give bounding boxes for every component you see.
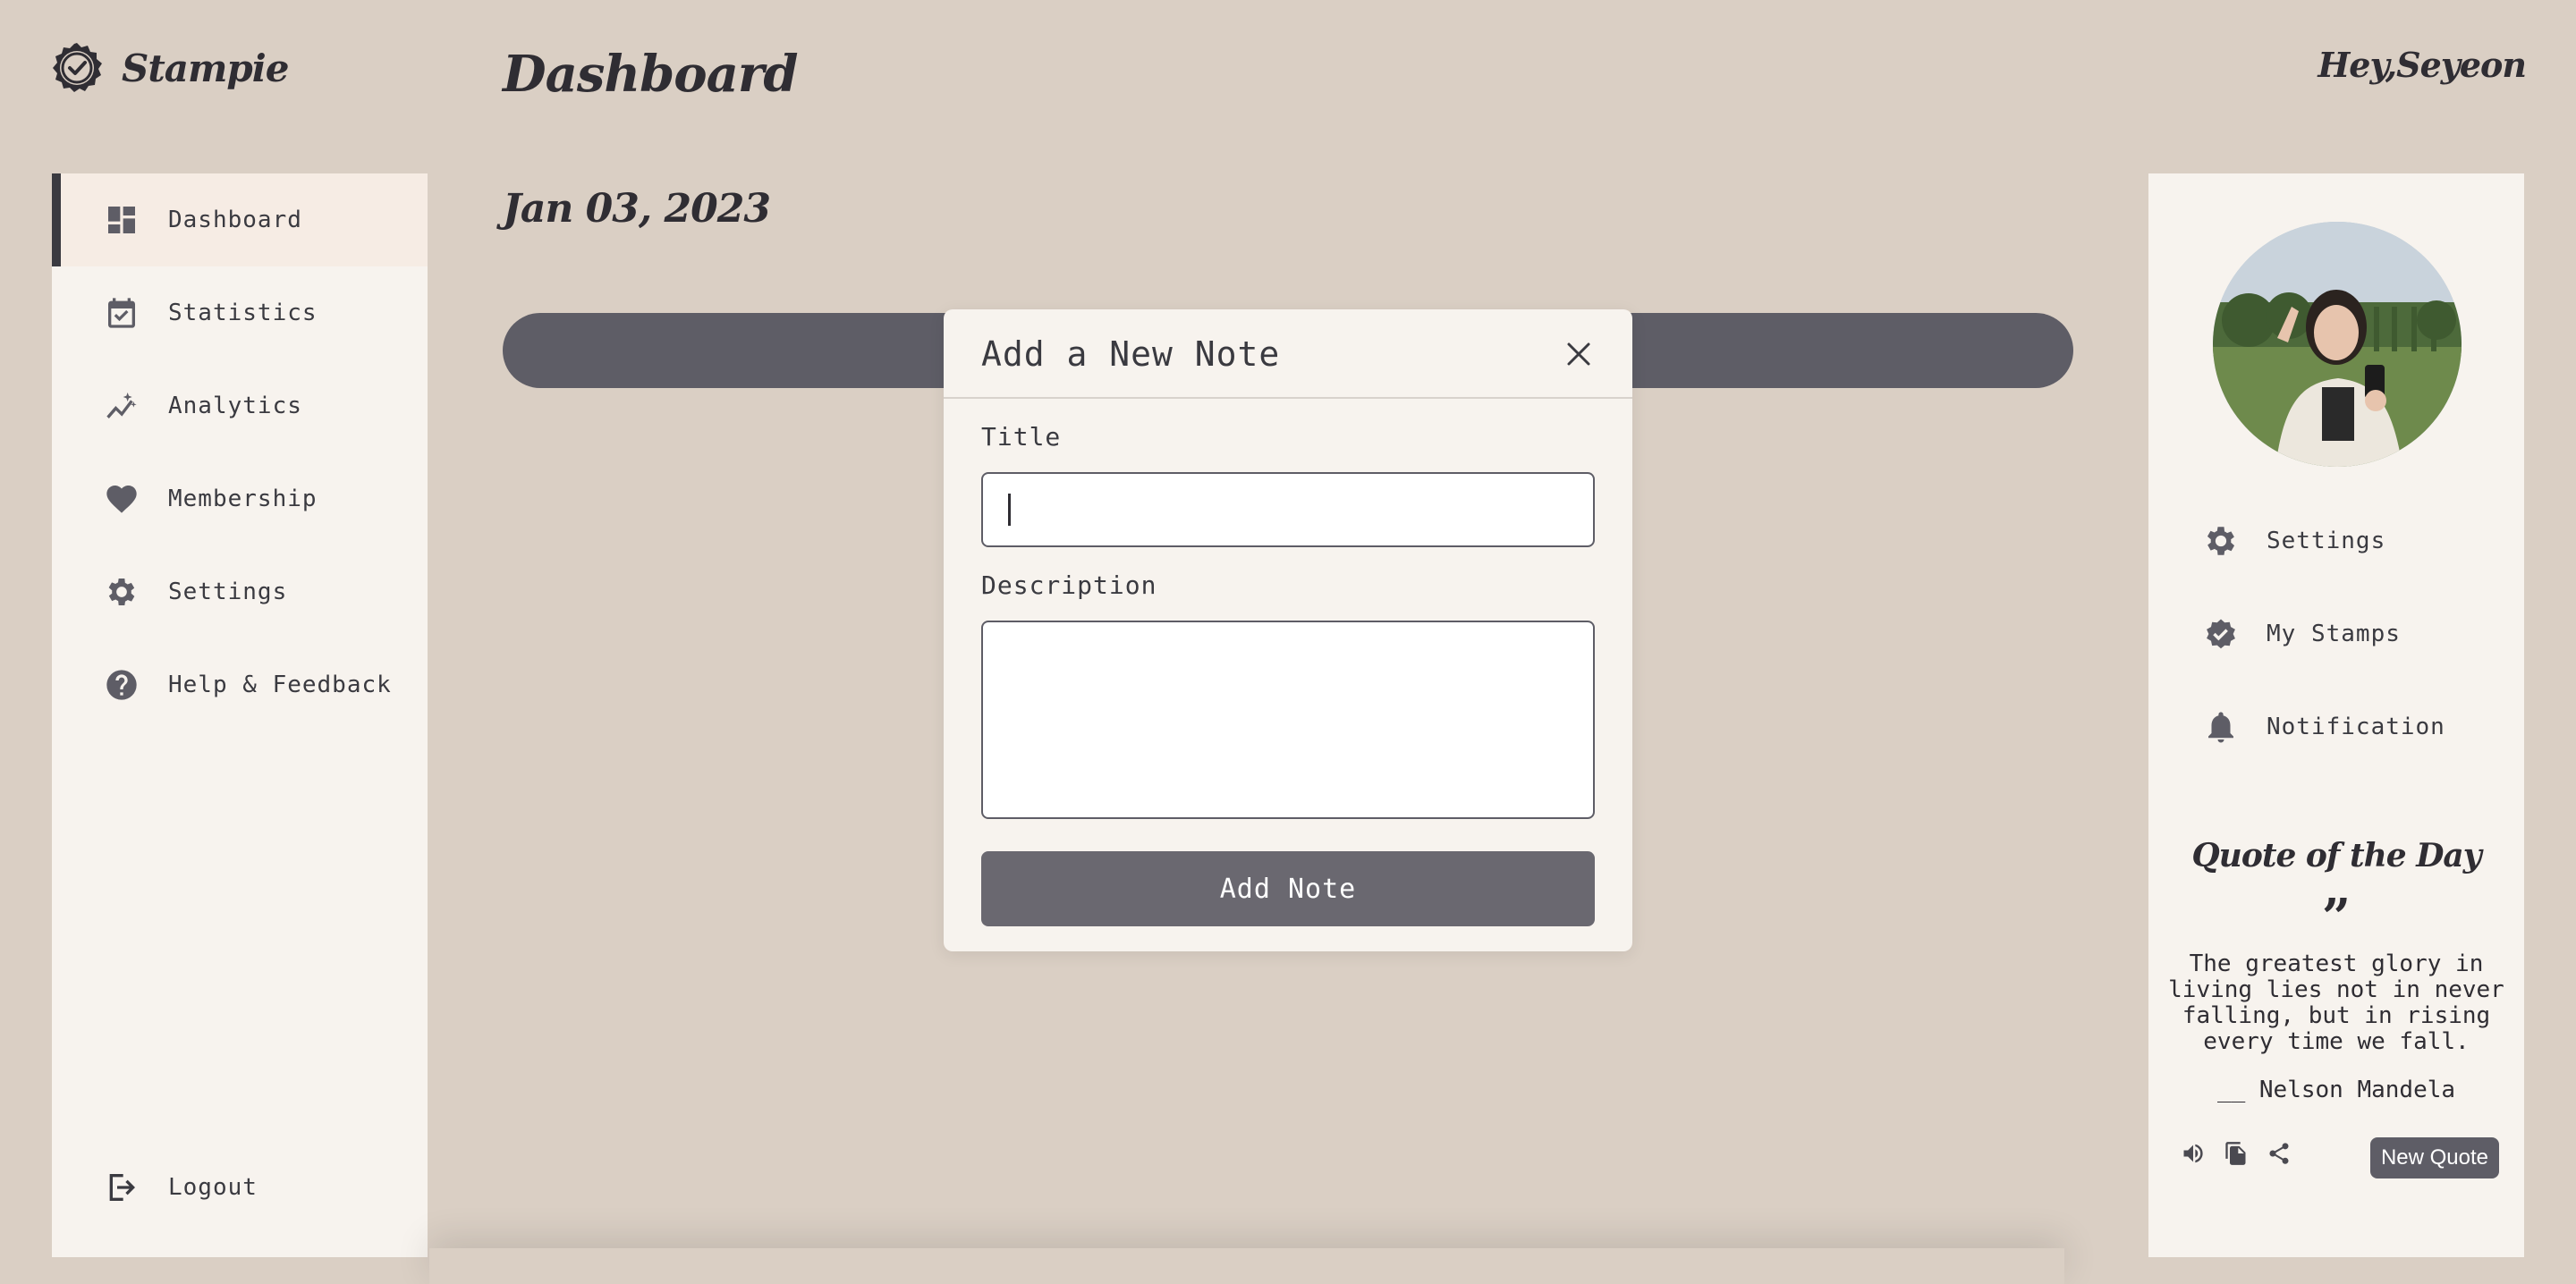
new-quote-button[interactable]: New Quote bbox=[2369, 1137, 2499, 1178]
profile-panel: Settings My Stamps Notification Quote of… bbox=[2148, 173, 2524, 1257]
sidebar-item-statistics[interactable]: Statistics bbox=[52, 266, 428, 359]
text-caret bbox=[1008, 494, 1011, 526]
description-input[interactable] bbox=[981, 621, 1595, 819]
sidebar-item-settings[interactable]: Settings bbox=[52, 545, 428, 638]
quote-heading: Quote of the Day bbox=[2191, 837, 2481, 874]
app-logo[interactable]: Stampie bbox=[50, 41, 289, 95]
logout-button[interactable]: Logout bbox=[104, 1170, 258, 1205]
profile-nav-label: Settings bbox=[2267, 528, 2386, 554]
trending-icon bbox=[106, 393, 137, 418]
sidebar-item-help[interactable]: Help & Feedback bbox=[52, 638, 428, 731]
speaker-icon[interactable] bbox=[2181, 1141, 2206, 1166]
quote-actions bbox=[2181, 1141, 2292, 1166]
sidebar-item-analytics[interactable]: Analytics bbox=[52, 359, 428, 452]
profile-settings-link[interactable]: Settings bbox=[2202, 522, 2385, 560]
notification-link[interactable]: Notification bbox=[2202, 708, 2445, 746]
my-stamps-link[interactable]: My Stamps bbox=[2202, 615, 2401, 653]
modal-header: Add a New Note bbox=[944, 309, 1632, 399]
gear-icon bbox=[2207, 527, 2235, 555]
title-label: Title bbox=[981, 422, 1062, 452]
grid-icon bbox=[108, 207, 135, 233]
sidebar-item-label: Help & Feedback bbox=[168, 672, 392, 698]
quote-text: The greatest glory in living lies not in… bbox=[2168, 950, 2504, 1055]
modal-title: Add a New Note bbox=[981, 334, 1281, 374]
description-label: Description bbox=[981, 570, 1157, 600]
add-note-button[interactable]: Add Note bbox=[981, 851, 1595, 926]
title-input[interactable] bbox=[981, 472, 1595, 547]
help-icon bbox=[106, 670, 137, 700]
sidebar-item-label: Dashboard bbox=[168, 207, 302, 233]
sidebar-item-label: Statistics bbox=[168, 300, 318, 326]
sidebar-item-label: Analytics bbox=[168, 393, 302, 419]
copy-icon[interactable] bbox=[2224, 1141, 2249, 1166]
sidebar: Dashboard Statistics Analytics Membershi… bbox=[52, 173, 428, 1257]
avatar-photo bbox=[2213, 222, 2462, 467]
current-date: Jan 03, 2023 bbox=[503, 186, 771, 232]
bottom-shadow bbox=[429, 1248, 2064, 1284]
profile-nav-label: Notification bbox=[2267, 714, 2445, 740]
quote-mark-icon: ” bbox=[2321, 888, 2351, 947]
verified-icon bbox=[2207, 619, 2235, 649]
heart-icon bbox=[106, 486, 137, 513]
quote-author: __ Nelson Mandela bbox=[2216, 1077, 2456, 1103]
gear-icon bbox=[108, 579, 135, 605]
close-icon[interactable] bbox=[1564, 340, 1593, 368]
calendar-check-icon bbox=[108, 298, 135, 328]
user-greeting: Hey,Seyeon bbox=[2318, 45, 2527, 85]
check-badge-icon bbox=[53, 43, 102, 92]
sidebar-item-membership[interactable]: Membership bbox=[52, 452, 428, 545]
sidebar-item-label: Settings bbox=[168, 579, 288, 605]
profile-nav-label: My Stamps bbox=[2267, 621, 2401, 647]
page-title: Dashboard bbox=[503, 45, 799, 104]
logout-icon bbox=[109, 1174, 135, 1201]
add-note-modal: Add a New Note Title Description Add Not… bbox=[944, 309, 1632, 951]
sidebar-item-label: Membership bbox=[168, 486, 318, 512]
logout-label: Logout bbox=[168, 1174, 258, 1201]
avatar[interactable] bbox=[2213, 222, 2462, 467]
share-icon[interactable] bbox=[2267, 1141, 2292, 1166]
bell-icon bbox=[2208, 712, 2233, 743]
sidebar-item-dashboard[interactable]: Dashboard bbox=[52, 173, 428, 266]
app-name: Stampie bbox=[122, 46, 289, 90]
